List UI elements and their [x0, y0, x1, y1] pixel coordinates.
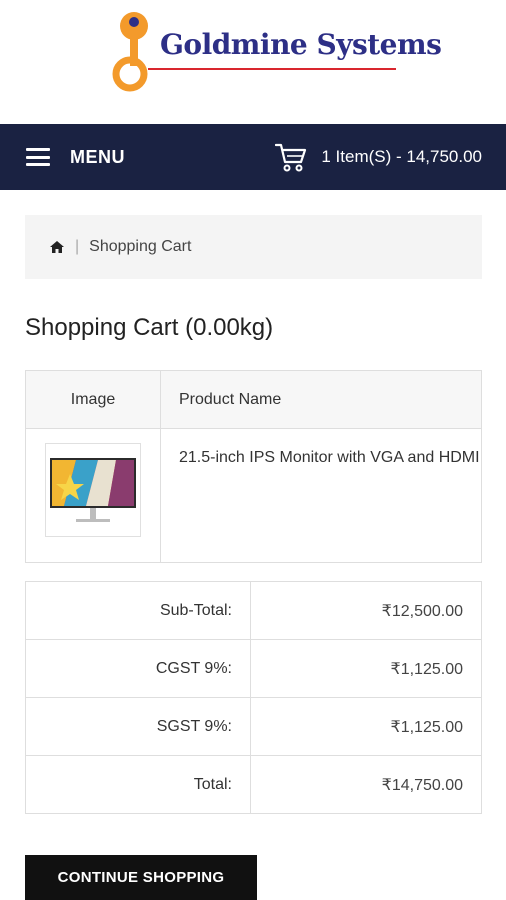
- sgst-label: SGST 9%:: [26, 698, 251, 756]
- product-name-link[interactable]: 21.5-inch IPS Monitor with VGA and HDMI: [179, 449, 480, 467]
- breadcrumb-shopping-cart[interactable]: Shopping Cart: [89, 238, 191, 256]
- brand-underline: [148, 68, 396, 70]
- menu-button[interactable]: MENU: [26, 124, 125, 190]
- sgst-value: ₹1,125.00: [390, 719, 463, 736]
- brand-logo-mark: [112, 12, 148, 92]
- totals-row-cgst: CGST 9%: ₹1,125.00: [26, 640, 481, 698]
- cgst-label: CGST 9%:: [26, 640, 251, 698]
- monitor-icon: [50, 458, 136, 522]
- totals-table: Sub-Total: ₹12,500.00 CGST 9%: ₹1,125.00…: [25, 581, 482, 814]
- cart-table: Image Product Name 21.5-inch IPS Monitor…: [25, 370, 482, 563]
- totals-row-sgst: SGST 9%: ₹1,125.00: [26, 698, 481, 756]
- total-label: Total:: [26, 756, 251, 814]
- cart-table-header: Image Product Name: [26, 371, 481, 429]
- totals-row-total: Total: ₹14,750.00: [26, 756, 481, 814]
- continue-shopping-button[interactable]: CONTINUE SHOPPING: [25, 855, 257, 900]
- hamburger-icon: [26, 148, 50, 166]
- product-thumbnail[interactable]: [45, 443, 141, 537]
- totals-row-subtotal: Sub-Total: ₹12,500.00: [26, 582, 481, 640]
- page-title: Shopping Cart (0.00kg): [25, 314, 274, 341]
- site-header: Goldmine Systems: [0, 0, 506, 124]
- cart-summary-text: 1 Item(S) - 14,750.00: [321, 147, 482, 166]
- brand-logo[interactable]: Goldmine Systems: [108, 10, 442, 92]
- breadcrumb: | Shopping Cart: [25, 215, 482, 279]
- total-value: ₹14,750.00: [381, 777, 463, 794]
- subtotal-label: Sub-Total:: [26, 582, 251, 640]
- subtotal-value: ₹12,500.00: [381, 603, 463, 620]
- column-header-product-name: Product Name: [179, 391, 282, 408]
- home-icon[interactable]: [49, 240, 65, 254]
- brand-name: Goldmine Systems: [160, 28, 442, 61]
- shopping-cart-icon: [275, 143, 307, 172]
- breadcrumb-separator: |: [75, 238, 80, 255]
- menu-label: MENU: [70, 146, 125, 167]
- main-navbar: MENU 1 Item(S) - 14,750.00: [0, 124, 506, 190]
- cart-summary-button[interactable]: 1 Item(S) - 14,750.00: [275, 124, 482, 190]
- column-header-image: Image: [70, 391, 116, 408]
- cgst-value: ₹1,125.00: [390, 661, 463, 678]
- column-divider: [160, 371, 161, 562]
